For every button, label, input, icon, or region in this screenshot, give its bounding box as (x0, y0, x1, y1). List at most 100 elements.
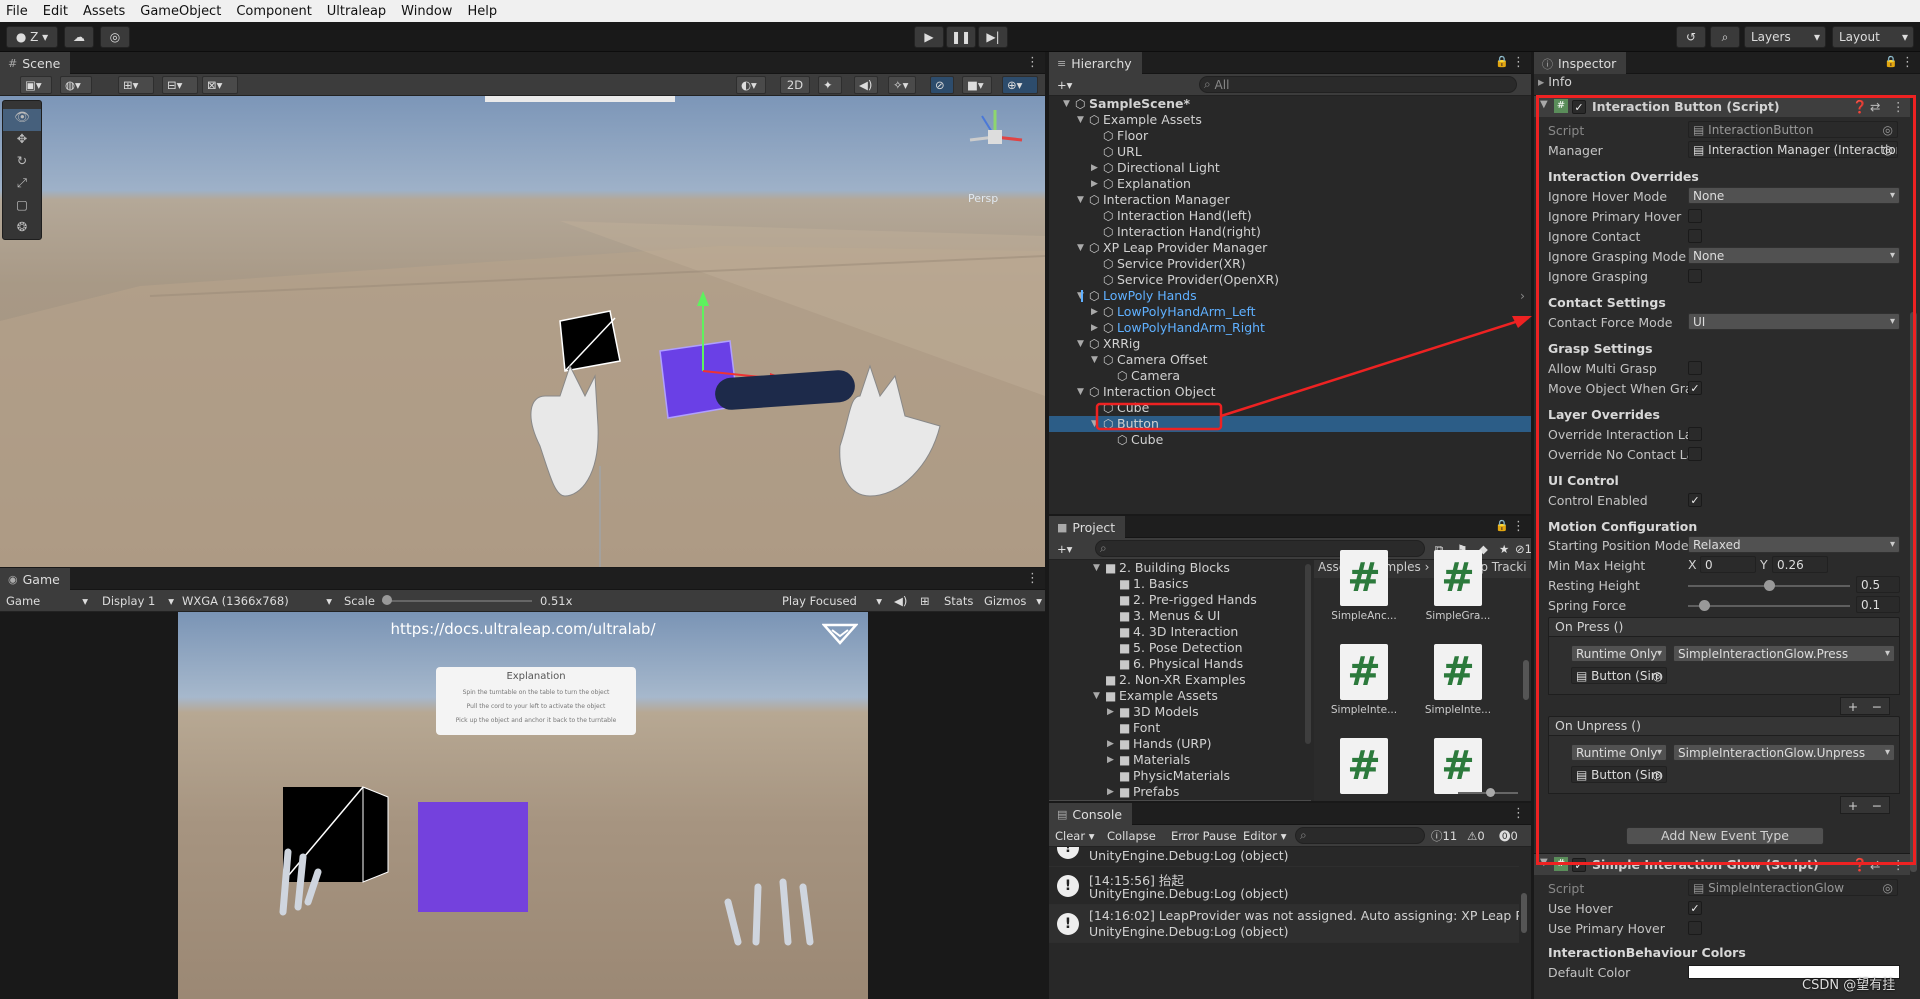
history-button[interactable]: ↺ (1676, 26, 1706, 48)
project-folder-item[interactable]: ■ 2. Pre-rigged Hands (1049, 592, 1311, 608)
info-foldout[interactable]: ▸ Info (1538, 74, 1572, 89)
chevron-right-icon[interactable]: ▶ (1091, 304, 1101, 320)
rotate-tool-icon[interactable]: ↻ (3, 153, 41, 175)
chevron-down-icon[interactable]: ▼ (1077, 336, 1087, 352)
tab-console[interactable]: ▤ Console (1049, 803, 1133, 825)
orientation-gizmo[interactable] (960, 102, 1030, 172)
more-icon[interactable]: ⋮ (1892, 99, 1905, 114)
project-tree-scrollbar[interactable] (1305, 564, 1311, 744)
chevron-down-icon[interactable]: ▼ (1063, 96, 1073, 112)
on-unpress-target-field[interactable]: ▤ Button (Sim ◎ (1571, 766, 1667, 783)
game-viewport[interactable]: https://docs.ultraleap.com/ultralab/ Exp… (178, 612, 868, 999)
hierarchy-search-input[interactable]: ⌕ All (1199, 76, 1517, 93)
hierarchy-item[interactable]: ▶ ⬡ Explanation (1049, 176, 1531, 192)
stats-button[interactable]: Stats (940, 592, 977, 610)
gizmos-button[interactable]: ⊕▾ (1002, 76, 1038, 94)
hidden-objects-icon[interactable]: ⊘ (930, 76, 954, 94)
project-folder-item[interactable]: ▶ ■ Prefabs (1049, 784, 1311, 800)
hierarchy-item[interactable]: ▼ ⬡ Interaction Object (1049, 384, 1531, 400)
project-folder-item[interactable]: ▶■Scripts (1049, 800, 1311, 801)
chevron-right-icon[interactable]: ▶ (1091, 176, 1101, 192)
max-height-input[interactable]: 0.26 (1772, 556, 1828, 573)
hierarchy-item[interactable]: ▼ ⬡ Camera Offset (1049, 352, 1531, 368)
chevron-right-icon[interactable]: ▶ (1107, 736, 1117, 752)
inspector-scrollbar[interactable] (1910, 312, 1917, 872)
tab-hierarchy[interactable]: ≡ Hierarchy (1049, 52, 1142, 74)
chevron-down-icon[interactable]: ▼ (1077, 240, 1087, 256)
menu-item-component[interactable]: Component (236, 4, 311, 19)
contact-force-dropdown[interactable]: UI (1688, 313, 1900, 330)
gizmos-dropdown[interactable]: Gizmos ▾ (980, 592, 1044, 610)
game-mode-dropdown[interactable]: Game ▾ (2, 592, 90, 610)
more-icon[interactable]: ⋮ (1512, 55, 1525, 70)
ignore-hover-dropdown[interactable]: None (1688, 187, 1900, 204)
log-count-toggle[interactable]: ⓘ 11 (1427, 827, 1461, 845)
chevron-right-icon[interactable]: ▶ (1107, 752, 1117, 768)
starting-position-dropdown[interactable]: Relaxed (1688, 536, 1900, 553)
more-icon[interactable]: ⋮ (1026, 55, 1039, 70)
use-primary-hover-checkbox[interactable] (1688, 921, 1702, 935)
display-dropdown[interactable]: Display 1 ▾ (98, 592, 176, 610)
collab-button[interactable]: ◎ (100, 26, 130, 48)
hierarchy-item[interactable]: ⬡ Camera (1049, 368, 1531, 384)
hierarchy-item[interactable]: ▶ ⬡ Directional Light (1049, 160, 1531, 176)
hierarchy-item[interactable]: ▶ ⬡ LowPolyHandArm_Right (1049, 320, 1531, 336)
glow-enabled-checkbox[interactable]: ✓ (1572, 858, 1586, 872)
project-folder-item[interactable]: ■ 5. Pose Detection (1049, 640, 1311, 656)
editor-dropdown[interactable]: Editor ▾ (1239, 827, 1286, 845)
ignore-contact-checkbox[interactable] (1688, 229, 1702, 243)
chevron-right-icon[interactable]: ▶ (1107, 800, 1117, 801)
audio-icon[interactable]: ◀) (854, 76, 878, 94)
project-folder-item[interactable]: ■ 3. Menus & UI (1049, 608, 1311, 624)
project-folder-item[interactable]: ▶ ■ Materials (1049, 752, 1311, 768)
hierarchy-item[interactable]: ▼ ⬡ SampleScene* (1049, 96, 1531, 112)
lock-icon[interactable]: 🔒 (1495, 519, 1509, 532)
control-enabled-checkbox[interactable]: ✓ (1688, 493, 1702, 507)
console-search-input[interactable]: ⌕ (1295, 827, 1425, 844)
project-folder-item[interactable]: ■ 4. 3D Interaction (1049, 624, 1311, 640)
more-icon[interactable]: ⋮ (1901, 55, 1914, 70)
step-button[interactable]: ▶| (978, 26, 1008, 48)
menu-item-file[interactable]: File (6, 4, 28, 19)
tab-inspector[interactable]: ⓘ Inspector (1534, 52, 1627, 74)
hierarchy-item[interactable]: ⬡ Service Provider(XR) (1049, 256, 1531, 272)
snap-button[interactable]: ⊞▾ (118, 76, 154, 94)
min-height-input[interactable]: 0 (1700, 556, 1756, 573)
project-folder-item[interactable]: ▶ ■ Hands (URP) (1049, 736, 1311, 752)
move-object-checkbox[interactable]: ✓ (1688, 381, 1702, 395)
play-button[interactable]: ▶ (914, 26, 944, 48)
chevron-down-icon[interactable]: ▼ (1091, 352, 1101, 368)
on-unpress-function-dropdown[interactable]: SimpleInteractionGlow.Unpress (1673, 744, 1895, 761)
project-folder-item[interactable]: ▼ ■ Example Assets (1049, 688, 1311, 704)
hierarchy-item[interactable]: ▼⬡LowPoly Hands› (1049, 288, 1531, 304)
hierarchy-item[interactable]: ▼ ⬡ Interaction Manager (1049, 192, 1531, 208)
layout-dropdown[interactable]: Layout ▾ (1832, 26, 1914, 48)
more-icon[interactable]: ⋮ (1512, 806, 1525, 821)
menu-item-ultraleap[interactable]: Ultraleap (327, 4, 386, 19)
chevron-right-icon[interactable]: › (1520, 288, 1525, 304)
override-no-contact-checkbox[interactable] (1688, 447, 1702, 461)
console-scrollbar[interactable] (1521, 893, 1527, 933)
tab-scene[interactable]: # Scene (0, 52, 71, 74)
asset-tile[interactable]: # SimpleGra... (1420, 550, 1496, 640)
tab-game[interactable]: ◉ Game (0, 568, 70, 590)
use-hover-checkbox[interactable]: ✓ (1688, 901, 1702, 915)
resting-height-slider[interactable] (1688, 580, 1850, 591)
account-button[interactable]: ● Z ▾ (6, 26, 58, 48)
grid-button[interactable]: ⊟▾ (162, 76, 198, 94)
increment-button[interactable]: ⊠▾ (202, 76, 238, 94)
chevron-down-icon[interactable]: ▼ (1077, 192, 1087, 208)
plus-icon[interactable]: + (1848, 798, 1858, 813)
hierarchy-item[interactable]: ⬡ URL (1049, 144, 1531, 160)
clear-dropdown[interactable]: Clear ▾ (1051, 827, 1097, 845)
hierarchy-item[interactable]: ▼ ⬡ XRRig (1049, 336, 1531, 352)
chevron-down-icon[interactable]: ▼ (1093, 688, 1103, 704)
draw-mode-button[interactable]: ▣▾ (20, 76, 52, 94)
minus-icon[interactable]: − (1872, 798, 1882, 813)
menu-item-assets[interactable]: Assets (83, 4, 125, 19)
hierarchy-item[interactable]: ▼ ⬡ XP Leap Provider Manager (1049, 240, 1531, 256)
hierarchy-item[interactable]: ▶ ⬡ LowPolyHandArm_Left (1049, 304, 1531, 320)
ignore-grasping-mode-dropdown[interactable]: None (1688, 247, 1900, 264)
pause-button[interactable]: ❚❚ (946, 26, 976, 48)
hierarchy-item[interactable]: ⬡ Interaction Hand(right) (1049, 224, 1531, 240)
